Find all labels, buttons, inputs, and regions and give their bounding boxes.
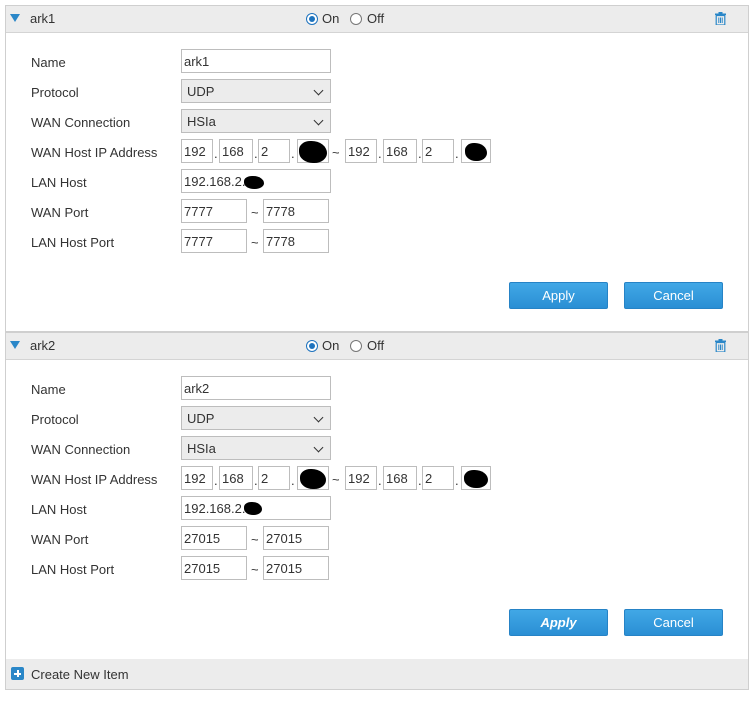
rule-panel-ark2: ark2 On Off Name ark2 Protocol UDP WAN C… xyxy=(5,332,749,660)
wan-port-start-input[interactable]: 7777 xyxy=(181,199,247,223)
trash-icon[interactable] xyxy=(715,12,726,25)
collapse-triangle-icon[interactable] xyxy=(10,14,20,22)
collapse-triangle-icon[interactable] xyxy=(10,341,20,349)
redaction-mark xyxy=(300,469,326,489)
rule-header: ark2 On Off xyxy=(6,333,748,360)
wan-ip-start-octet-2[interactable]: 168 xyxy=(219,466,253,490)
wan-ip-end-octet-1[interactable]: 192 xyxy=(345,466,377,490)
range-separator: ~ xyxy=(251,235,259,250)
wan-connection-label: WAN Connection xyxy=(31,442,131,457)
lan-port-start-input[interactable]: 7777 xyxy=(181,229,247,253)
rule-header: ark1 On Off xyxy=(6,6,748,33)
redaction-mark xyxy=(244,176,264,189)
wan-ip-start-octet-3[interactable]: 2 xyxy=(258,466,290,490)
ip-dot: . xyxy=(291,146,295,161)
ip-dot: . xyxy=(455,146,459,161)
protocol-label: Protocol xyxy=(31,85,79,100)
wan-connection-label: WAN Connection xyxy=(31,115,131,130)
on-radio[interactable] xyxy=(306,340,318,352)
rule-title: ark2 xyxy=(30,338,56,353)
wan-ip-end-octet-2[interactable]: 168 xyxy=(383,139,417,163)
name-label: Name xyxy=(31,382,66,397)
name-input[interactable]: ark1 xyxy=(181,49,331,73)
range-separator: ~ xyxy=(251,562,259,577)
rule-title: ark1 xyxy=(30,11,56,26)
protocol-select[interactable]: UDP xyxy=(181,406,331,430)
chevron-down-icon xyxy=(313,442,324,453)
range-separator: ~ xyxy=(332,472,340,487)
apply-button[interactable]: Apply xyxy=(509,282,608,309)
ip-dot: . xyxy=(455,473,459,488)
redaction-mark xyxy=(299,141,327,163)
off-label: Off xyxy=(367,11,385,26)
ip-dot: . xyxy=(214,473,218,488)
wan-port-end-input[interactable]: 27015 xyxy=(263,526,329,550)
wan-port-end-input[interactable]: 7778 xyxy=(263,199,329,223)
lan-host-label: LAN Host xyxy=(31,175,87,190)
wan-port-start-input[interactable]: 27015 xyxy=(181,526,247,550)
off-label: Off xyxy=(367,338,385,353)
wan-ip-end-octet-2[interactable]: 168 xyxy=(383,466,417,490)
range-separator: ~ xyxy=(332,145,340,160)
lan-port-start-input[interactable]: 27015 xyxy=(181,556,247,580)
lan-host-value: 192.168.2. xyxy=(184,174,246,189)
create-new-item-bar[interactable]: Create New Item xyxy=(5,659,749,690)
on-label: On xyxy=(322,11,340,26)
chevron-down-icon xyxy=(313,412,324,423)
protocol-select[interactable]: UDP xyxy=(181,79,331,103)
off-radio[interactable] xyxy=(350,340,362,352)
chevron-down-icon xyxy=(313,115,324,126)
lan-host-port-label: LAN Host Port xyxy=(31,562,115,577)
on-label: On xyxy=(322,338,340,353)
wan-connection-select[interactable]: HSIa xyxy=(181,109,331,133)
protocol-value: UDP xyxy=(187,84,215,99)
chevron-down-icon xyxy=(313,85,324,96)
protocol-value: UDP xyxy=(187,411,215,426)
wan-port-label: WAN Port xyxy=(31,532,89,547)
redaction-mark xyxy=(465,143,487,161)
off-radio[interactable] xyxy=(350,13,362,25)
wan-host-ip-label: WAN Host IP Address xyxy=(31,145,158,160)
lan-host-label: LAN Host xyxy=(31,502,87,517)
rule-panel-ark1: ark1 On Off Name ark1 Protocol UDP WAN C… xyxy=(5,5,749,332)
cancel-button[interactable]: Cancel xyxy=(624,609,723,636)
wan-ip-end-octet-3[interactable]: 2 xyxy=(422,139,454,163)
apply-button[interactable]: Apply xyxy=(509,609,608,636)
ip-dot: . xyxy=(378,473,382,488)
wan-host-ip-label: WAN Host IP Address xyxy=(31,472,158,487)
redaction-mark xyxy=(464,470,488,488)
lan-port-end-input[interactable]: 27015 xyxy=(263,556,329,580)
wan-port-label: WAN Port xyxy=(31,205,89,220)
wan-connection-select[interactable]: HSIa xyxy=(181,436,331,460)
wan-ip-start-octet-2[interactable]: 168 xyxy=(219,139,253,163)
protocol-label: Protocol xyxy=(31,412,79,427)
ip-dot: . xyxy=(214,146,218,161)
lan-host-port-label: LAN Host Port xyxy=(31,235,115,250)
ip-dot: . xyxy=(291,473,295,488)
wan-ip-end-octet-3[interactable]: 2 xyxy=(422,466,454,490)
wan-ip-start-octet-1[interactable]: 192 xyxy=(181,466,213,490)
redaction-mark xyxy=(244,502,262,515)
wan-connection-value: HSIa xyxy=(187,441,216,456)
wan-ip-start-octet-3[interactable]: 2 xyxy=(258,139,290,163)
plus-icon[interactable] xyxy=(11,667,24,680)
on-radio[interactable] xyxy=(306,13,318,25)
create-new-item-label[interactable]: Create New Item xyxy=(31,667,129,682)
name-input[interactable]: ark2 xyxy=(181,376,331,400)
trash-icon[interactable] xyxy=(715,339,726,352)
name-label: Name xyxy=(31,55,66,70)
wan-connection-value: HSIa xyxy=(187,114,216,129)
wan-ip-start-octet-1[interactable]: 192 xyxy=(181,139,213,163)
lan-port-end-input[interactable]: 7778 xyxy=(263,229,329,253)
range-separator: ~ xyxy=(251,205,259,220)
wan-ip-end-octet-1[interactable]: 192 xyxy=(345,139,377,163)
range-separator: ~ xyxy=(251,532,259,547)
ip-dot: . xyxy=(378,146,382,161)
cancel-button[interactable]: Cancel xyxy=(624,282,723,309)
lan-host-value: 192.168.2. xyxy=(184,501,246,516)
